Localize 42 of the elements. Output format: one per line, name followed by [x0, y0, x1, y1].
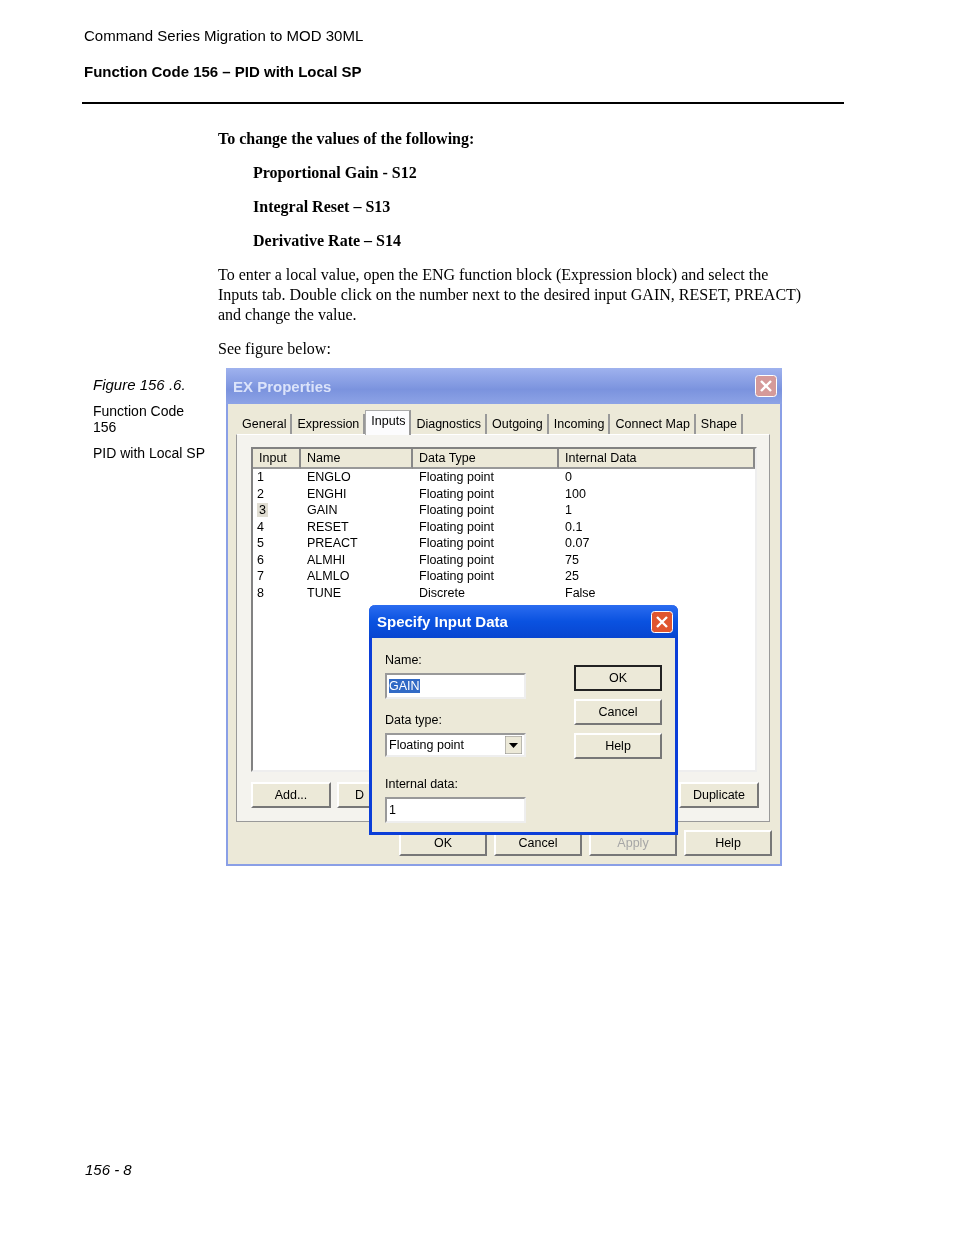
table-cell: ALMHI	[307, 552, 346, 567]
field-label: Data type:	[385, 712, 443, 728]
field-value: GAIN	[389, 679, 420, 693]
section-heading: Function Code 156 – PID with Local SP	[84, 63, 363, 81]
table-cell: RESET	[307, 519, 349, 534]
table-cell: Floating point	[419, 536, 495, 550]
table-cell: ENGHI	[307, 486, 347, 501]
table-cell: Floating point	[419, 552, 495, 567]
lead-text: To change the values of the following:	[218, 129, 476, 149]
table-cell: Discrete	[419, 585, 465, 600]
table-cell: PREACT	[307, 536, 358, 550]
parameter-item: Derivative Rate – S14	[253, 231, 402, 251]
table-cell: ALMLO	[307, 569, 350, 583]
table-cell: Floating point	[419, 519, 495, 534]
table-cell: Floating point	[419, 470, 495, 484]
dialog-title: Specify Input Data	[377, 613, 508, 630]
table-cell: False	[565, 585, 596, 600]
parameter-item: Proportional Gain - S12	[253, 163, 418, 183]
figure-reference: See figure below:	[218, 339, 332, 359]
field-label: Name:	[385, 652, 423, 668]
table-cell: 0	[565, 470, 572, 484]
table-cell: 75	[565, 552, 579, 567]
caption-line: Function Code 156	[93, 403, 186, 435]
page-number: 156 - 8	[85, 1161, 133, 1178]
table-cell: Floating point	[419, 503, 495, 517]
table-cell: TUNE	[307, 585, 342, 600]
document-title: Command Series Migration to MOD 30ML	[84, 27, 365, 45]
table-cell: 0.1	[565, 519, 583, 534]
field-label: Internal data:	[385, 776, 459, 792]
parameter-item: Integral Reset – S13	[253, 197, 392, 217]
table-cell: 0.07	[565, 536, 590, 550]
figure-caption: Figure 156 .6.	[93, 377, 187, 393]
caption-line: PID with Local SP	[93, 445, 206, 461]
instruction-paragraph: To enter a local value, open the ENG function block (Expression block) and select the Inputs tab. Double click on the number next to the desired input GAIN, RESET, PREACT) and change the value.	[218, 265, 803, 325]
table-cell: Floating point	[419, 486, 495, 501]
table-cell: GAIN	[307, 503, 338, 517]
table-cell: Floating point	[419, 569, 495, 583]
window-title: EX Properties	[233, 377, 332, 395]
table-cell: 1	[565, 503, 572, 517]
table-cell: 100	[565, 486, 586, 501]
table-cell: 25	[565, 569, 579, 583]
table-cell: ENGLO	[307, 470, 351, 484]
